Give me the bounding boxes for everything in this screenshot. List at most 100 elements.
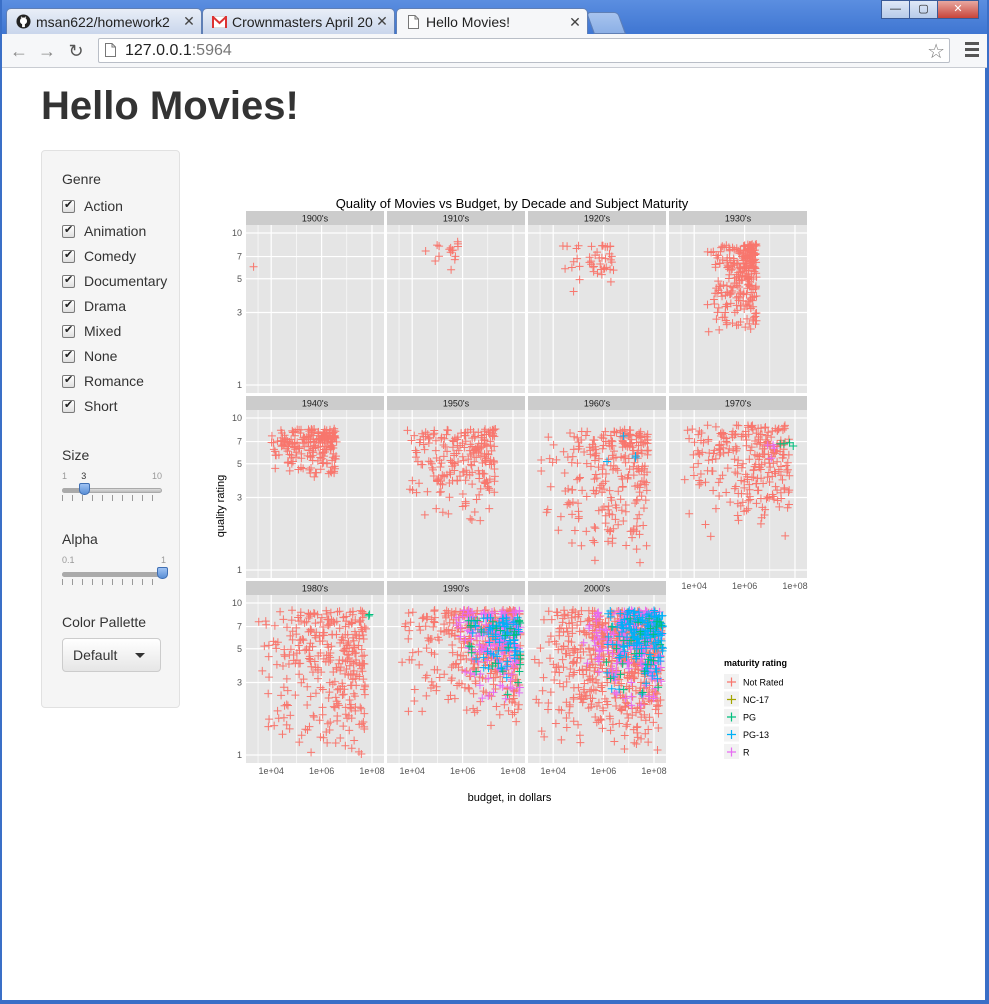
- genre-checkbox-action[interactable]: Action: [62, 196, 123, 216]
- x-tick-label: 1e+04: [400, 766, 425, 776]
- checkbox[interactable]: [62, 223, 75, 238]
- y-tick-label: 1: [237, 565, 242, 575]
- close-tab-icon[interactable]: ✕: [567, 14, 583, 31]
- facet-label: 1940's: [302, 399, 329, 409]
- legend-label: PG-13: [743, 730, 769, 740]
- y-tick-label: 1: [237, 380, 242, 390]
- tab-hello-movies[interactable]: Hello Movies! ✕: [396, 8, 588, 35]
- size-min: 1: [62, 471, 68, 481]
- bookmark-star-icon[interactable]: ☆: [927, 39, 945, 64]
- x-tick-label: 1e+08: [359, 766, 384, 776]
- checkbox[interactable]: [62, 273, 75, 288]
- facet-label: 1930's: [725, 214, 752, 224]
- y-tick-label: 5: [237, 644, 242, 654]
- y-tick-label: 10: [232, 228, 242, 238]
- x-tick-label: 1e+06: [309, 766, 334, 776]
- slider-handle[interactable]: [156, 567, 168, 579]
- checkbox-label: Mixed: [84, 323, 122, 339]
- checkbox-label: Animation: [84, 223, 147, 239]
- tab-github[interactable]: msan622/homework2 ✕: [6, 8, 202, 34]
- y-tick-label: 10: [232, 598, 242, 608]
- gmail-icon: [211, 14, 227, 30]
- back-icon[interactable]: ←: [8, 40, 30, 62]
- tab-label: Hello Movies!: [426, 14, 511, 30]
- genre-checkbox-none[interactable]: None: [62, 346, 117, 366]
- facet-label: 1990's: [443, 584, 470, 594]
- sidebar-panel: Genre Action Animation Comedy Documentary Dr…: [41, 150, 180, 708]
- size-value: 3: [81, 471, 87, 481]
- checkbox-label: Comedy: [84, 248, 137, 264]
- y-tick-label: 3: [237, 307, 242, 317]
- forward-icon[interactable]: →: [36, 40, 58, 62]
- checkbox[interactable]: [62, 373, 75, 388]
- x-tick-label: 1e+04: [541, 766, 566, 776]
- genre-checkbox-drama[interactable]: Drama: [62, 296, 126, 316]
- alpha-label: Alpha: [62, 531, 98, 547]
- x-tick-label: 1e+06: [591, 766, 616, 776]
- reload-icon[interactable]: ↻: [65, 40, 87, 62]
- page-icon: [105, 43, 116, 62]
- close-tab-icon[interactable]: ✕: [181, 13, 197, 30]
- page-content: Hello Movies! Genre Action Animation Comed…: [2, 68, 985, 1000]
- facet-label: 1920's: [584, 214, 611, 224]
- y-axis-label: quality rating: [215, 475, 227, 537]
- genre-checkbox-documentary[interactable]: Documentary: [62, 271, 167, 291]
- genre-checkbox-animation[interactable]: Animation: [62, 221, 146, 241]
- genre-checkbox-mixed[interactable]: Mixed: [62, 321, 121, 341]
- slider-handle[interactable]: [78, 483, 90, 495]
- x-tick-label: 1e+08: [641, 766, 666, 776]
- tab-gmail[interactable]: Crownmasters April 20 ✕: [202, 8, 395, 34]
- x-tick-label: 1e+08: [782, 581, 807, 591]
- minimize-icon[interactable]: —: [881, 0, 910, 19]
- x-tick-label: 1e+04: [682, 581, 707, 591]
- checkbox[interactable]: [62, 398, 75, 413]
- checkbox[interactable]: [62, 323, 75, 338]
- checkbox-label: Action: [84, 198, 123, 214]
- close-tab-icon[interactable]: ✕: [374, 13, 390, 30]
- facet-panel: [246, 225, 384, 393]
- legend-label: Not Rated: [743, 678, 784, 688]
- checkbox-label: None: [84, 348, 118, 364]
- y-tick-label: 3: [237, 677, 242, 687]
- size-max: 10: [151, 471, 162, 481]
- checkbox-label: Documentary: [84, 273, 168, 289]
- facet-label: 2000's: [584, 584, 611, 594]
- facet-panel: [387, 410, 525, 578]
- address-bar[interactable]: 127.0.0.1:5964 ☆: [98, 38, 950, 63]
- legend-title: maturity rating: [724, 658, 787, 668]
- genre-checkbox-romance[interactable]: Romance: [62, 371, 144, 391]
- checkbox[interactable]: [62, 348, 75, 363]
- x-tick-label: 1e+06: [732, 581, 757, 591]
- url-host: 127.0.0.1: [125, 42, 192, 59]
- facet-label: 1950's: [443, 399, 470, 409]
- checkbox[interactable]: [62, 198, 75, 213]
- genre-checkbox-short[interactable]: Short: [62, 396, 117, 416]
- y-tick-label: 7: [237, 252, 242, 262]
- movie-plot: Quality of Movies vs Budget, by Decade a…: [202, 196, 822, 816]
- checkbox-label: Drama: [84, 298, 127, 314]
- palette-select[interactable]: Default: [62, 638, 161, 672]
- palette-label: Color Pallette: [62, 614, 147, 630]
- tab-strip: msan622/homework2 ✕ Crownmasters April 2…: [2, 0, 987, 35]
- menu-icon[interactable]: [965, 42, 979, 60]
- y-tick-label: 1: [237, 750, 242, 760]
- x-tick-label: 1e+08: [500, 766, 525, 776]
- slider-ticks: [62, 579, 162, 585]
- y-tick-label: 7: [237, 622, 242, 632]
- faceted-scatter-chart: Quality of Movies vs Budget, by Decade a…: [215, 196, 808, 804]
- slider-ticks: [62, 495, 162, 501]
- palette-selected: Default: [73, 647, 118, 663]
- checkbox[interactable]: [62, 298, 75, 313]
- facet-label: 1980's: [302, 584, 329, 594]
- checkbox-label: Romance: [84, 373, 144, 389]
- maximize-icon[interactable]: ▢: [909, 0, 938, 19]
- y-tick-label: 5: [237, 274, 242, 284]
- close-window-icon[interactable]: ✕: [937, 0, 979, 19]
- genre-checkbox-comedy[interactable]: Comedy: [62, 246, 136, 266]
- chevron-down-icon: [135, 652, 146, 658]
- alpha-max: 1: [160, 555, 166, 565]
- checkbox[interactable]: [62, 248, 75, 263]
- checkbox-label: Short: [84, 398, 118, 414]
- new-tab-button[interactable]: [585, 12, 627, 34]
- size-label: Size: [62, 447, 90, 463]
